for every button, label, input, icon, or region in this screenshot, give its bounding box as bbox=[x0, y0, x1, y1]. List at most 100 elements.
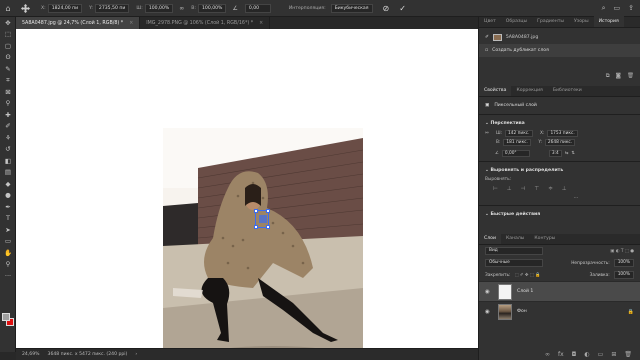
tab-document-2[interactable]: IMG_2978.PNG @ 106% (Слой 1, RGB/16*) * … bbox=[140, 17, 271, 29]
flip-ratio[interactable]: 3:4 bbox=[548, 150, 562, 157]
history-brush-icon[interactable]: ↺ bbox=[0, 144, 16, 156]
home-icon[interactable]: ⌂ bbox=[0, 4, 16, 13]
more-icon[interactable]: ··· bbox=[574, 196, 578, 201]
transform-width-input[interactable]: 142 пикс. bbox=[505, 130, 534, 137]
layer-kind-select[interactable]: Вид bbox=[485, 247, 543, 255]
mask-icon[interactable]: ◘ bbox=[572, 351, 577, 358]
tab-properties[interactable]: Свойства bbox=[479, 85, 512, 96]
tab-document-1[interactable]: 5A8A0487.jpg @ 24,7% (Слой 1, RGB/8) * × bbox=[16, 17, 141, 29]
lock-icons[interactable]: ⬚ ✐ ✥ ⬚ 🔒 bbox=[514, 273, 540, 278]
frame-tool-icon[interactable]: ⊠ bbox=[0, 86, 16, 98]
color-swatches[interactable] bbox=[2, 313, 14, 327]
align-center-icon[interactable]: ⊥ bbox=[507, 186, 512, 192]
width-field[interactable]: Ш: 100,00% bbox=[136, 3, 174, 13]
tab-channels[interactable]: Каналы bbox=[501, 233, 529, 244]
search-icon[interactable]: ⌕ bbox=[602, 4, 606, 13]
transform-section-title[interactable]: ⌄ Перспектива bbox=[479, 118, 640, 129]
more-tools-icon[interactable]: ··· bbox=[0, 270, 16, 282]
align-right-icon[interactable]: ⊣ bbox=[521, 186, 526, 192]
move-tool-icon[interactable] bbox=[16, 3, 34, 13]
workspace-icon[interactable]: ▭ bbox=[614, 4, 621, 13]
move-tool-icon[interactable]: ✥ bbox=[0, 17, 16, 29]
layer-row[interactable]: ◉ Фон 🔒 bbox=[479, 301, 640, 321]
flip-horizontal-icon[interactable]: ⇆ bbox=[565, 151, 569, 156]
angle-field[interactable]: 0,00 bbox=[244, 3, 271, 13]
transform-height-input[interactable]: 181 пикс. bbox=[503, 139, 532, 146]
status-arrow-icon[interactable]: › bbox=[135, 352, 137, 357]
canvas-area[interactable] bbox=[16, 29, 478, 360]
new-layer-icon[interactable]: ⊞ bbox=[611, 351, 616, 358]
pen-tool-icon[interactable]: ✒ bbox=[0, 201, 16, 213]
clone-stamp-icon[interactable]: ⚘ bbox=[0, 132, 16, 144]
tab-layers[interactable]: Слои bbox=[479, 233, 501, 244]
close-icon[interactable]: × bbox=[259, 21, 263, 26]
tab-history[interactable]: История bbox=[593, 16, 624, 27]
tab-adjustments[interactable]: Коррекция bbox=[511, 85, 547, 96]
fill-input[interactable]: 100% bbox=[613, 271, 634, 279]
path-select-icon[interactable]: ➤ bbox=[0, 224, 16, 236]
lasso-tool-icon[interactable]: ʘ bbox=[0, 52, 16, 64]
tab-swatches[interactable]: Образцы bbox=[501, 16, 532, 27]
fx-icon[interactable]: fx bbox=[558, 351, 564, 358]
eyedropper-tool-icon[interactable]: ⚲ bbox=[0, 98, 16, 110]
blend-mode-select[interactable]: Обычные bbox=[485, 259, 543, 267]
blur-tool-icon[interactable]: ◆ bbox=[0, 178, 16, 190]
transform-angle-input[interactable]: 0,00° bbox=[501, 150, 530, 157]
opacity-input[interactable]: 100% bbox=[613, 259, 634, 267]
healing-brush-icon[interactable]: ✚ bbox=[0, 109, 16, 121]
close-icon[interactable]: × bbox=[129, 21, 133, 26]
layer-name[interactable]: Слой 1 bbox=[517, 289, 533, 294]
foreground-color[interactable] bbox=[2, 313, 10, 321]
type-tool-icon[interactable]: T bbox=[0, 213, 16, 225]
y-input[interactable]: 2735,50 пи bbox=[94, 3, 130, 13]
filter-icons[interactable]: ▣ ◐ T ⬚ ● bbox=[610, 249, 634, 254]
interpolation-select[interactable]: Бикубическая bbox=[330, 3, 373, 13]
camera-icon[interactable]: ◙ bbox=[616, 73, 621, 80]
link-icon[interactable]: ∞ bbox=[179, 5, 184, 12]
flip-vertical-icon[interactable]: ⇅ bbox=[571, 151, 575, 156]
zoom-level[interactable]: 24,69% bbox=[22, 352, 40, 357]
hand-tool-icon[interactable]: ✋ bbox=[0, 247, 16, 259]
y-field[interactable]: Y: 2735,50 пи bbox=[89, 3, 130, 13]
history-item[interactable]: ▫ Создать дубликат слоя bbox=[479, 44, 640, 57]
quick-select-tool-icon[interactable]: ✎ bbox=[0, 63, 16, 75]
eraser-tool-icon[interactable]: ◧ bbox=[0, 155, 16, 167]
artboard-tool-icon[interactable]: ⬚ bbox=[0, 29, 16, 41]
align-left-icon[interactable]: ⊢ bbox=[493, 186, 498, 192]
lock-icon[interactable]: 🔒 bbox=[628, 309, 634, 315]
x-field[interactable]: X: 1824,00 пи bbox=[41, 3, 83, 13]
x-input[interactable]: 1824,00 пи bbox=[47, 3, 83, 13]
align-middle-icon[interactable]: ≑ bbox=[548, 186, 553, 192]
transform-y-input[interactable]: 2648 пикс. bbox=[544, 139, 576, 146]
layer-row[interactable]: ◉ Слой 1 bbox=[479, 281, 640, 301]
layer-name[interactable]: Фон bbox=[517, 309, 527, 314]
interpolation-field[interactable]: Интерполяция: Бикубическая bbox=[289, 3, 373, 13]
align-bottom-icon[interactable]: ⊥ bbox=[562, 186, 567, 192]
tab-patterns[interactable]: Узоры bbox=[569, 16, 594, 27]
brush-tool-icon[interactable]: ✐ bbox=[0, 121, 16, 133]
group-icon[interactable]: ▭ bbox=[598, 351, 604, 358]
share-icon[interactable]: ⇪ bbox=[628, 4, 634, 13]
transform-x-input[interactable]: 1753 пикс. bbox=[547, 130, 578, 137]
adjustment-icon[interactable]: ◐ bbox=[584, 351, 589, 358]
align-top-icon[interactable]: ⊤ bbox=[534, 186, 539, 192]
trash-icon[interactable]: 🗑 bbox=[627, 73, 634, 80]
tab-libraries[interactable]: Библиотеки bbox=[548, 85, 587, 96]
tab-paths[interactable]: Контуры bbox=[529, 233, 560, 244]
dodge-tool-icon[interactable]: ● bbox=[0, 190, 16, 202]
snapshot-from-state-icon[interactable]: ⧉ bbox=[606, 73, 610, 80]
tab-gradients[interactable]: Градиенты bbox=[532, 16, 569, 27]
cancel-transform-icon[interactable]: ⊘ bbox=[383, 4, 390, 13]
align-section-title[interactable]: ⌄ Выровнять и распределить bbox=[479, 165, 640, 176]
eye-icon[interactable]: ◉ bbox=[485, 289, 493, 295]
history-item[interactable]: ✐ 5A8A0487.jpg bbox=[479, 31, 640, 44]
quick-actions-title[interactable]: ⌄ Быстрые действия bbox=[479, 209, 640, 220]
trash-icon[interactable]: 🗑 bbox=[624, 351, 632, 358]
eye-icon[interactable]: ◉ bbox=[485, 309, 493, 315]
commit-transform-icon[interactable]: ✓ bbox=[399, 4, 406, 13]
height-input[interactable]: 100,00% bbox=[197, 3, 227, 13]
angle-input[interactable]: 0,00 bbox=[244, 3, 271, 13]
link-icon[interactable]: ⚯ bbox=[485, 131, 493, 136]
gradient-tool-icon[interactable]: ▤ bbox=[0, 167, 16, 179]
width-input[interactable]: 100,00% bbox=[144, 3, 174, 13]
